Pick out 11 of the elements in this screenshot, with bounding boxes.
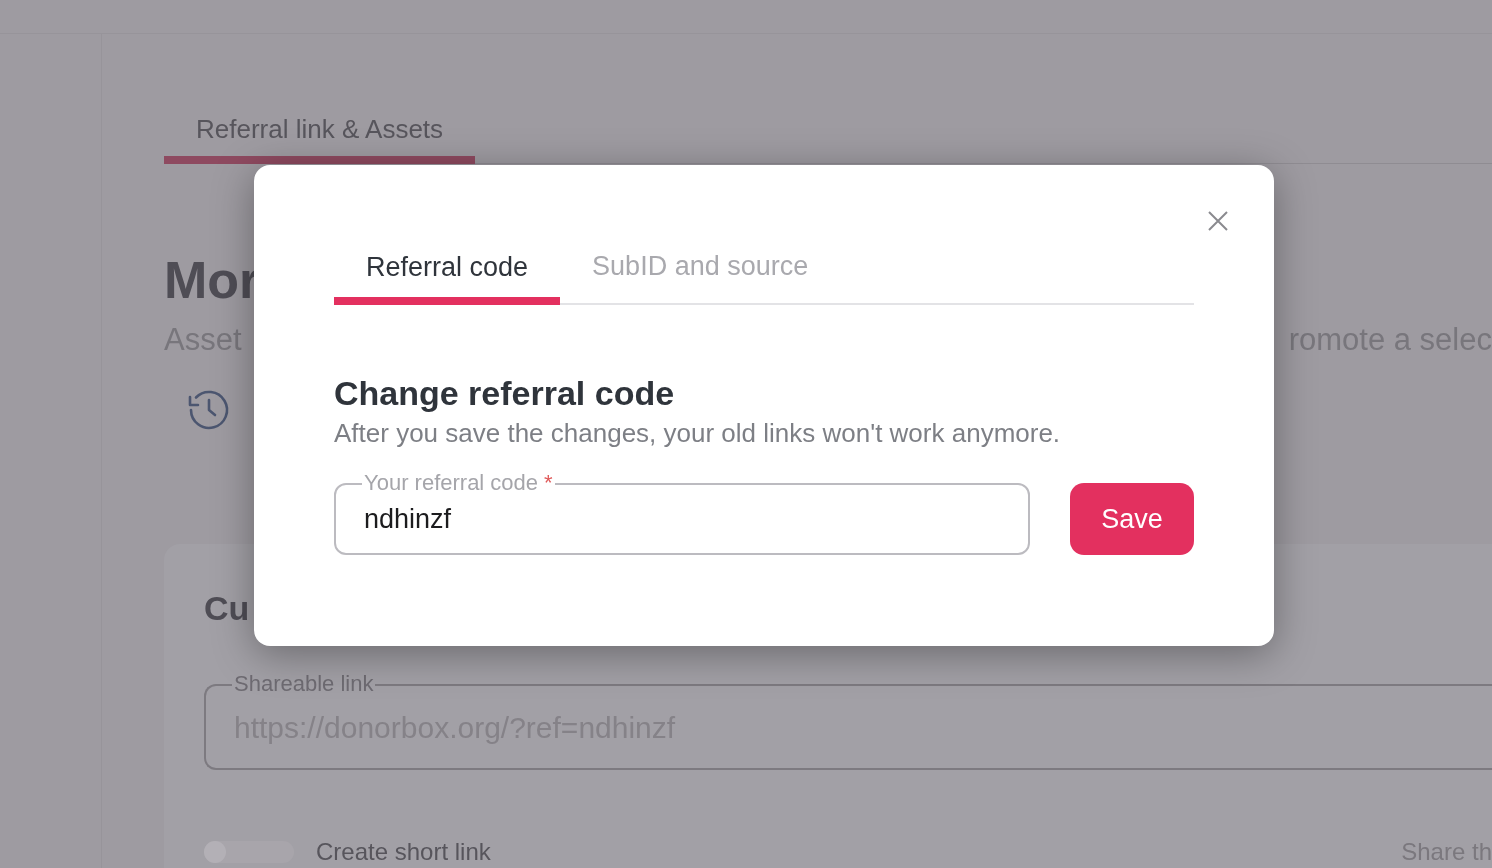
dialog-tab[interactable]: SubID and source bbox=[560, 251, 841, 303]
dialog-title: Change referral code bbox=[334, 373, 676, 413]
field-value: ndhinzf bbox=[364, 502, 452, 536]
dialog-tab[interactable]: Referral code bbox=[334, 251, 561, 305]
toggle-label: Create short link bbox=[316, 840, 491, 864]
dialog-description: After you save the changes, your old links won't work anymore. bbox=[334, 417, 1062, 449]
page-heading: Mor bbox=[164, 250, 260, 310]
save-button[interactable]: Save bbox=[1070, 483, 1194, 555]
close-icon bbox=[1206, 209, 1230, 233]
close-button[interactable] bbox=[1206, 209, 1230, 233]
card-heading: Cu bbox=[204, 588, 251, 628]
